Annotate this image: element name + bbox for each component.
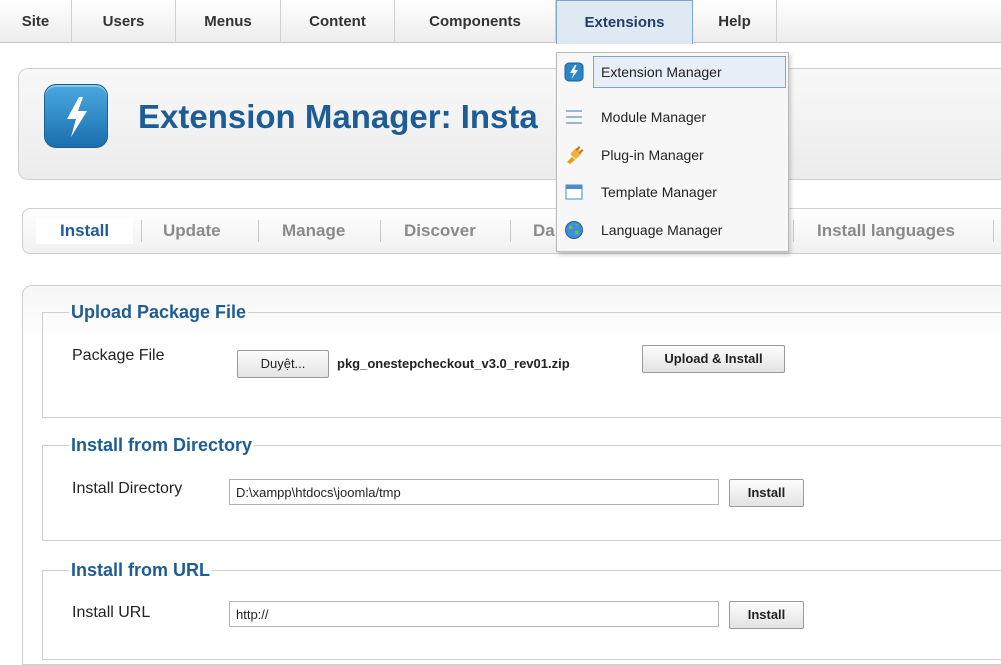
top-menu-bar: Site Users Menus Content Components Exte… — [0, 0, 1001, 44]
menu-menus[interactable]: Menus — [176, 0, 281, 43]
dropdown-item-module-manager[interactable]: Module Manager — [557, 100, 790, 134]
tab-install[interactable]: Install — [36, 218, 134, 244]
dropdown-item-label: Plug-in Manager — [601, 147, 704, 163]
dropdown-item-plugin-manager[interactable]: Plug-in Manager — [557, 138, 790, 172]
plugin-manager-icon — [564, 145, 584, 165]
dropdown-item-template-manager[interactable]: Template Manager — [557, 175, 790, 209]
tab-separator — [258, 220, 259, 242]
package-file-label: Package File — [72, 347, 165, 364]
menu-site[interactable]: Site — [0, 0, 72, 43]
upload-package-legend: Upload Package File — [71, 302, 247, 322]
menu-extensions[interactable]: Extensions — [556, 0, 693, 44]
dropdown-item-extension-manager[interactable]: Extension Manager — [557, 55, 790, 89]
page-title: Extension Manager: Insta — [138, 98, 538, 135]
install-url-legend: Install from URL — [71, 560, 211, 580]
browse-button[interactable]: Duyệt... — [237, 350, 329, 378]
install-directory-button[interactable]: Install — [729, 479, 804, 507]
dropdown-item-language-manager[interactable]: Language Manager — [557, 213, 790, 247]
module-manager-icon — [564, 107, 584, 127]
selected-filename: pkg_onestepcheckout_v3.0_rev01.zip — [337, 356, 570, 371]
dropdown-item-label: Module Manager — [601, 109, 707, 125]
tab-separator — [993, 220, 994, 242]
menu-content[interactable]: Content — [281, 0, 395, 43]
extension-manager-icon — [564, 62, 584, 82]
install-url-input[interactable] — [229, 601, 719, 627]
install-directory-label: Install Directory — [72, 480, 183, 497]
template-manager-icon — [564, 182, 584, 202]
language-manager-icon — [564, 220, 584, 240]
install-directory-legend: Install from Directory — [71, 435, 253, 455]
install-directory-input[interactable] — [229, 479, 719, 505]
tab-separator — [141, 220, 142, 242]
install-url-label: Install URL — [72, 604, 151, 621]
tab-database[interactable]: Da — [533, 218, 555, 244]
tab-discover[interactable]: Discover — [404, 218, 476, 244]
tab-install-languages[interactable]: Install languages — [817, 218, 955, 244]
tab-separator — [510, 220, 511, 242]
tab-separator — [380, 220, 381, 242]
tab-manage[interactable]: Manage — [282, 218, 345, 244]
menu-help[interactable]: Help — [693, 0, 777, 43]
dropdown-item-label: Extension Manager — [601, 64, 722, 80]
dropdown-item-label: Template Manager — [601, 184, 717, 200]
tab-update[interactable]: Update — [163, 218, 221, 244]
menu-users[interactable]: Users — [72, 0, 176, 43]
tab-separator — [793, 220, 794, 242]
install-url-button[interactable]: Install — [729, 601, 804, 629]
menu-components[interactable]: Components — [395, 0, 556, 43]
dropdown-item-label: Language Manager — [601, 222, 723, 238]
lightning-bolt-icon — [44, 84, 108, 148]
extensions-dropdown: Extension Manager Module Manager Plug-in… — [556, 52, 789, 252]
upload-install-button[interactable]: Upload & Install — [642, 345, 785, 373]
